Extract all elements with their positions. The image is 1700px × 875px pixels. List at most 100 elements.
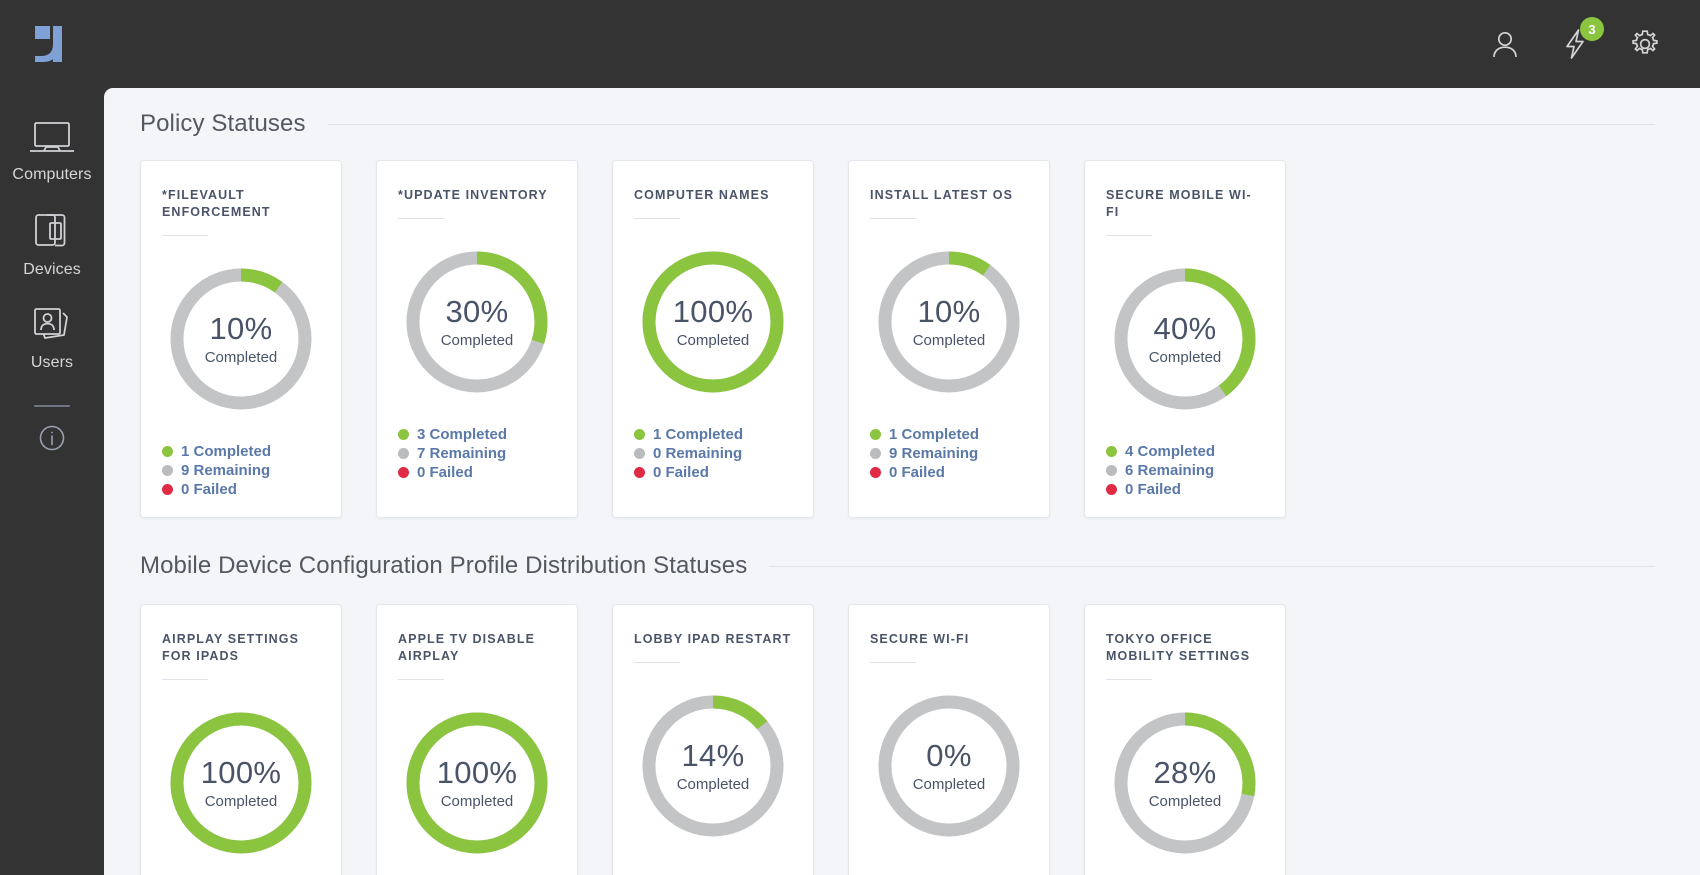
- completion-donut-chart: 100% Completed: [400, 706, 554, 860]
- remaining-dot-icon: [870, 448, 881, 460]
- app-root: 3 Computers Devices Users Policy Statuse…: [0, 0, 1700, 875]
- legend-label: 4 Completed: [1125, 442, 1216, 460]
- completed-dot-icon: [1106, 445, 1117, 457]
- sidebar-divider: [34, 405, 70, 407]
- card-title: TOKYO OFFICE MOBILITY SETTINGS: [1106, 632, 1251, 664]
- app-logo[interactable]: [0, 0, 104, 88]
- card-legend: 3 Completed 7 Remaining 0 Failed: [398, 425, 556, 483]
- legend-row: 9 Remaining: [870, 444, 1028, 463]
- card-legend: 1 Completed 9 Remaining 0 Failed: [162, 442, 320, 500]
- legend-row: 3 Completed: [398, 425, 556, 444]
- legend-row: 9 Remaining: [162, 461, 320, 480]
- completed-dot-icon: [634, 429, 645, 441]
- sidebar-item-computers[interactable]: Computers: [0, 106, 104, 197]
- section-title: Mobile Device Configuration Profile Dist…: [140, 552, 748, 580]
- policy-card-list: *FILEVAULT ENFORCEMENT 10% Completed 1 Comp…: [140, 160, 1700, 519]
- card-rule: [1106, 679, 1152, 681]
- card-rule: [1106, 234, 1152, 236]
- sidebar-item-label: Users: [30, 354, 74, 371]
- users-icon: [31, 305, 73, 345]
- failed-dot-icon: [398, 467, 409, 479]
- legend-label: 9 Remaining: [889, 445, 979, 463]
- profile-card-list: AIRPLAY SETTINGS FOR IPADS 100% Completed A…: [140, 604, 1700, 875]
- user-icon[interactable]: [1488, 26, 1522, 62]
- card-legend: 4 Completed 6 Remaining 0 Failed: [1106, 442, 1264, 500]
- status-card[interactable]: SECURE WI-FI 0% Completed: [848, 604, 1050, 875]
- card-legend: 1 Completed 0 Remaining 0 Failed: [634, 425, 792, 483]
- legend-label: 0 Failed: [653, 464, 709, 482]
- status-card[interactable]: *UPDATE INVENTORY 30% Completed 3 Completed…: [376, 160, 578, 519]
- card-title: APPLE TV DISABLE AIRPLAY: [398, 632, 536, 664]
- failed-dot-icon: [162, 484, 173, 496]
- mobile-devices-icon: [31, 210, 73, 252]
- top-bar: 3: [0, 0, 1700, 88]
- legend-row: 0 Failed: [162, 480, 320, 499]
- card-legend: 1 Completed 9 Remaining 0 Failed: [870, 425, 1028, 483]
- section-header: Mobile Device Configuration Profile Dist…: [140, 552, 1655, 580]
- sidebar-item-users[interactable]: Users: [0, 292, 104, 385]
- legend-row: 0 Failed: [1106, 480, 1264, 499]
- status-card[interactable]: *FILEVAULT ENFORCEMENT 10% Completed 1 Comp…: [140, 160, 342, 519]
- gear-icon[interactable]: [1628, 26, 1662, 62]
- legend-label: 0 Failed: [889, 464, 945, 482]
- sidebar-item-devices[interactable]: Devices: [0, 197, 104, 292]
- section-rule: [327, 123, 1655, 125]
- legend-label: 1 Completed: [889, 426, 980, 443]
- bolt-icon[interactable]: 3: [1558, 17, 1604, 62]
- info-icon[interactable]: [37, 423, 67, 458]
- card-title: INSTALL LATEST OS: [870, 188, 1014, 202]
- card-title: SECURE WI-FI: [870, 632, 970, 647]
- failed-dot-icon: [870, 467, 881, 479]
- status-card[interactable]: APPLE TV DISABLE AIRPLAY 100% Completed: [376, 604, 578, 875]
- card-title: SECURE MOBILE WI-FI: [1106, 188, 1252, 219]
- status-card[interactable]: LOBBY IPAD RESTART 14% Completed: [612, 604, 814, 875]
- legend-label: 0 Failed: [1125, 481, 1181, 499]
- status-card[interactable]: COMPUTER NAMES 100% Completed 1 Completed 0 …: [612, 160, 814, 519]
- legend-row: 6 Remaining: [1106, 461, 1264, 480]
- section-mobile-profiles: Mobile Device Configuration Profile Dist…: [104, 552, 1700, 875]
- laptop-icon: [28, 119, 76, 157]
- legend-row: 0 Failed: [634, 463, 792, 482]
- completion-donut-chart: 40% Completed: [1108, 262, 1262, 416]
- sidebar-item-label: Computers: [12, 166, 92, 183]
- remaining-dot-icon: [1106, 465, 1117, 477]
- completion-donut-chart: 100% Completed: [636, 245, 790, 399]
- completion-donut-chart: 28% Completed: [1108, 706, 1262, 860]
- status-card[interactable]: SECURE MOBILE WI-FI 40% Completed 4 Complet…: [1084, 160, 1286, 519]
- completed-dot-icon: [162, 445, 173, 457]
- card-title: LOBBY IPAD RESTART: [634, 632, 792, 647]
- completion-donut-chart: 100% Completed: [164, 706, 318, 860]
- card-rule: [398, 679, 444, 681]
- section-policy-statuses: Policy Statuses *FILEVAULT ENFORCEMENT 10…: [104, 110, 1700, 519]
- section-rule: [769, 565, 1655, 567]
- card-title: *FILEVAULT ENFORCEMENT: [162, 188, 271, 219]
- completed-dot-icon: [870, 429, 881, 441]
- status-card[interactable]: TOKYO OFFICE MOBILITY SETTINGS 28% Complet…: [1084, 604, 1286, 875]
- card-rule: [870, 662, 916, 664]
- section-header: Policy Statuses: [140, 110, 1655, 138]
- legend-row: 7 Remaining: [398, 444, 556, 463]
- completion-donut-chart: 10% Completed: [164, 262, 318, 416]
- status-card[interactable]: AIRPLAY SETTINGS FOR IPADS 100% Completed: [140, 604, 342, 875]
- card-rule: [162, 234, 208, 236]
- legend-row: 0 Remaining: [634, 444, 792, 463]
- failed-dot-icon: [1106, 484, 1117, 496]
- remaining-dot-icon: [398, 448, 409, 460]
- legend-row: 1 Completed: [634, 425, 792, 444]
- card-title: AIRPLAY SETTINGS FOR IPADS: [162, 632, 300, 664]
- card-title: *UPDATE INVENTORY: [398, 188, 548, 202]
- legend-label: 6 Remaining: [1125, 461, 1215, 479]
- section-title: Policy Statuses: [140, 110, 306, 137]
- remaining-dot-icon: [162, 465, 173, 477]
- failed-dot-icon: [634, 467, 645, 479]
- completion-donut-chart: 30% Completed: [400, 245, 554, 399]
- content-panel: Policy Statuses *FILEVAULT ENFORCEMENT 10…: [104, 88, 1700, 875]
- legend-label: 3 Completed: [417, 426, 508, 443]
- status-card[interactable]: INSTALL LATEST OS 10% Completed 1 Completed…: [848, 160, 1050, 519]
- legend-row: 1 Completed: [870, 425, 1028, 444]
- card-rule: [398, 218, 444, 219]
- top-bar-actions: 3: [1488, 0, 1700, 88]
- legend-label: 0 Failed: [181, 481, 237, 499]
- completion-donut-chart: 14% Completed: [636, 689, 790, 843]
- sidebar: Computers Devices Users: [0, 88, 104, 875]
